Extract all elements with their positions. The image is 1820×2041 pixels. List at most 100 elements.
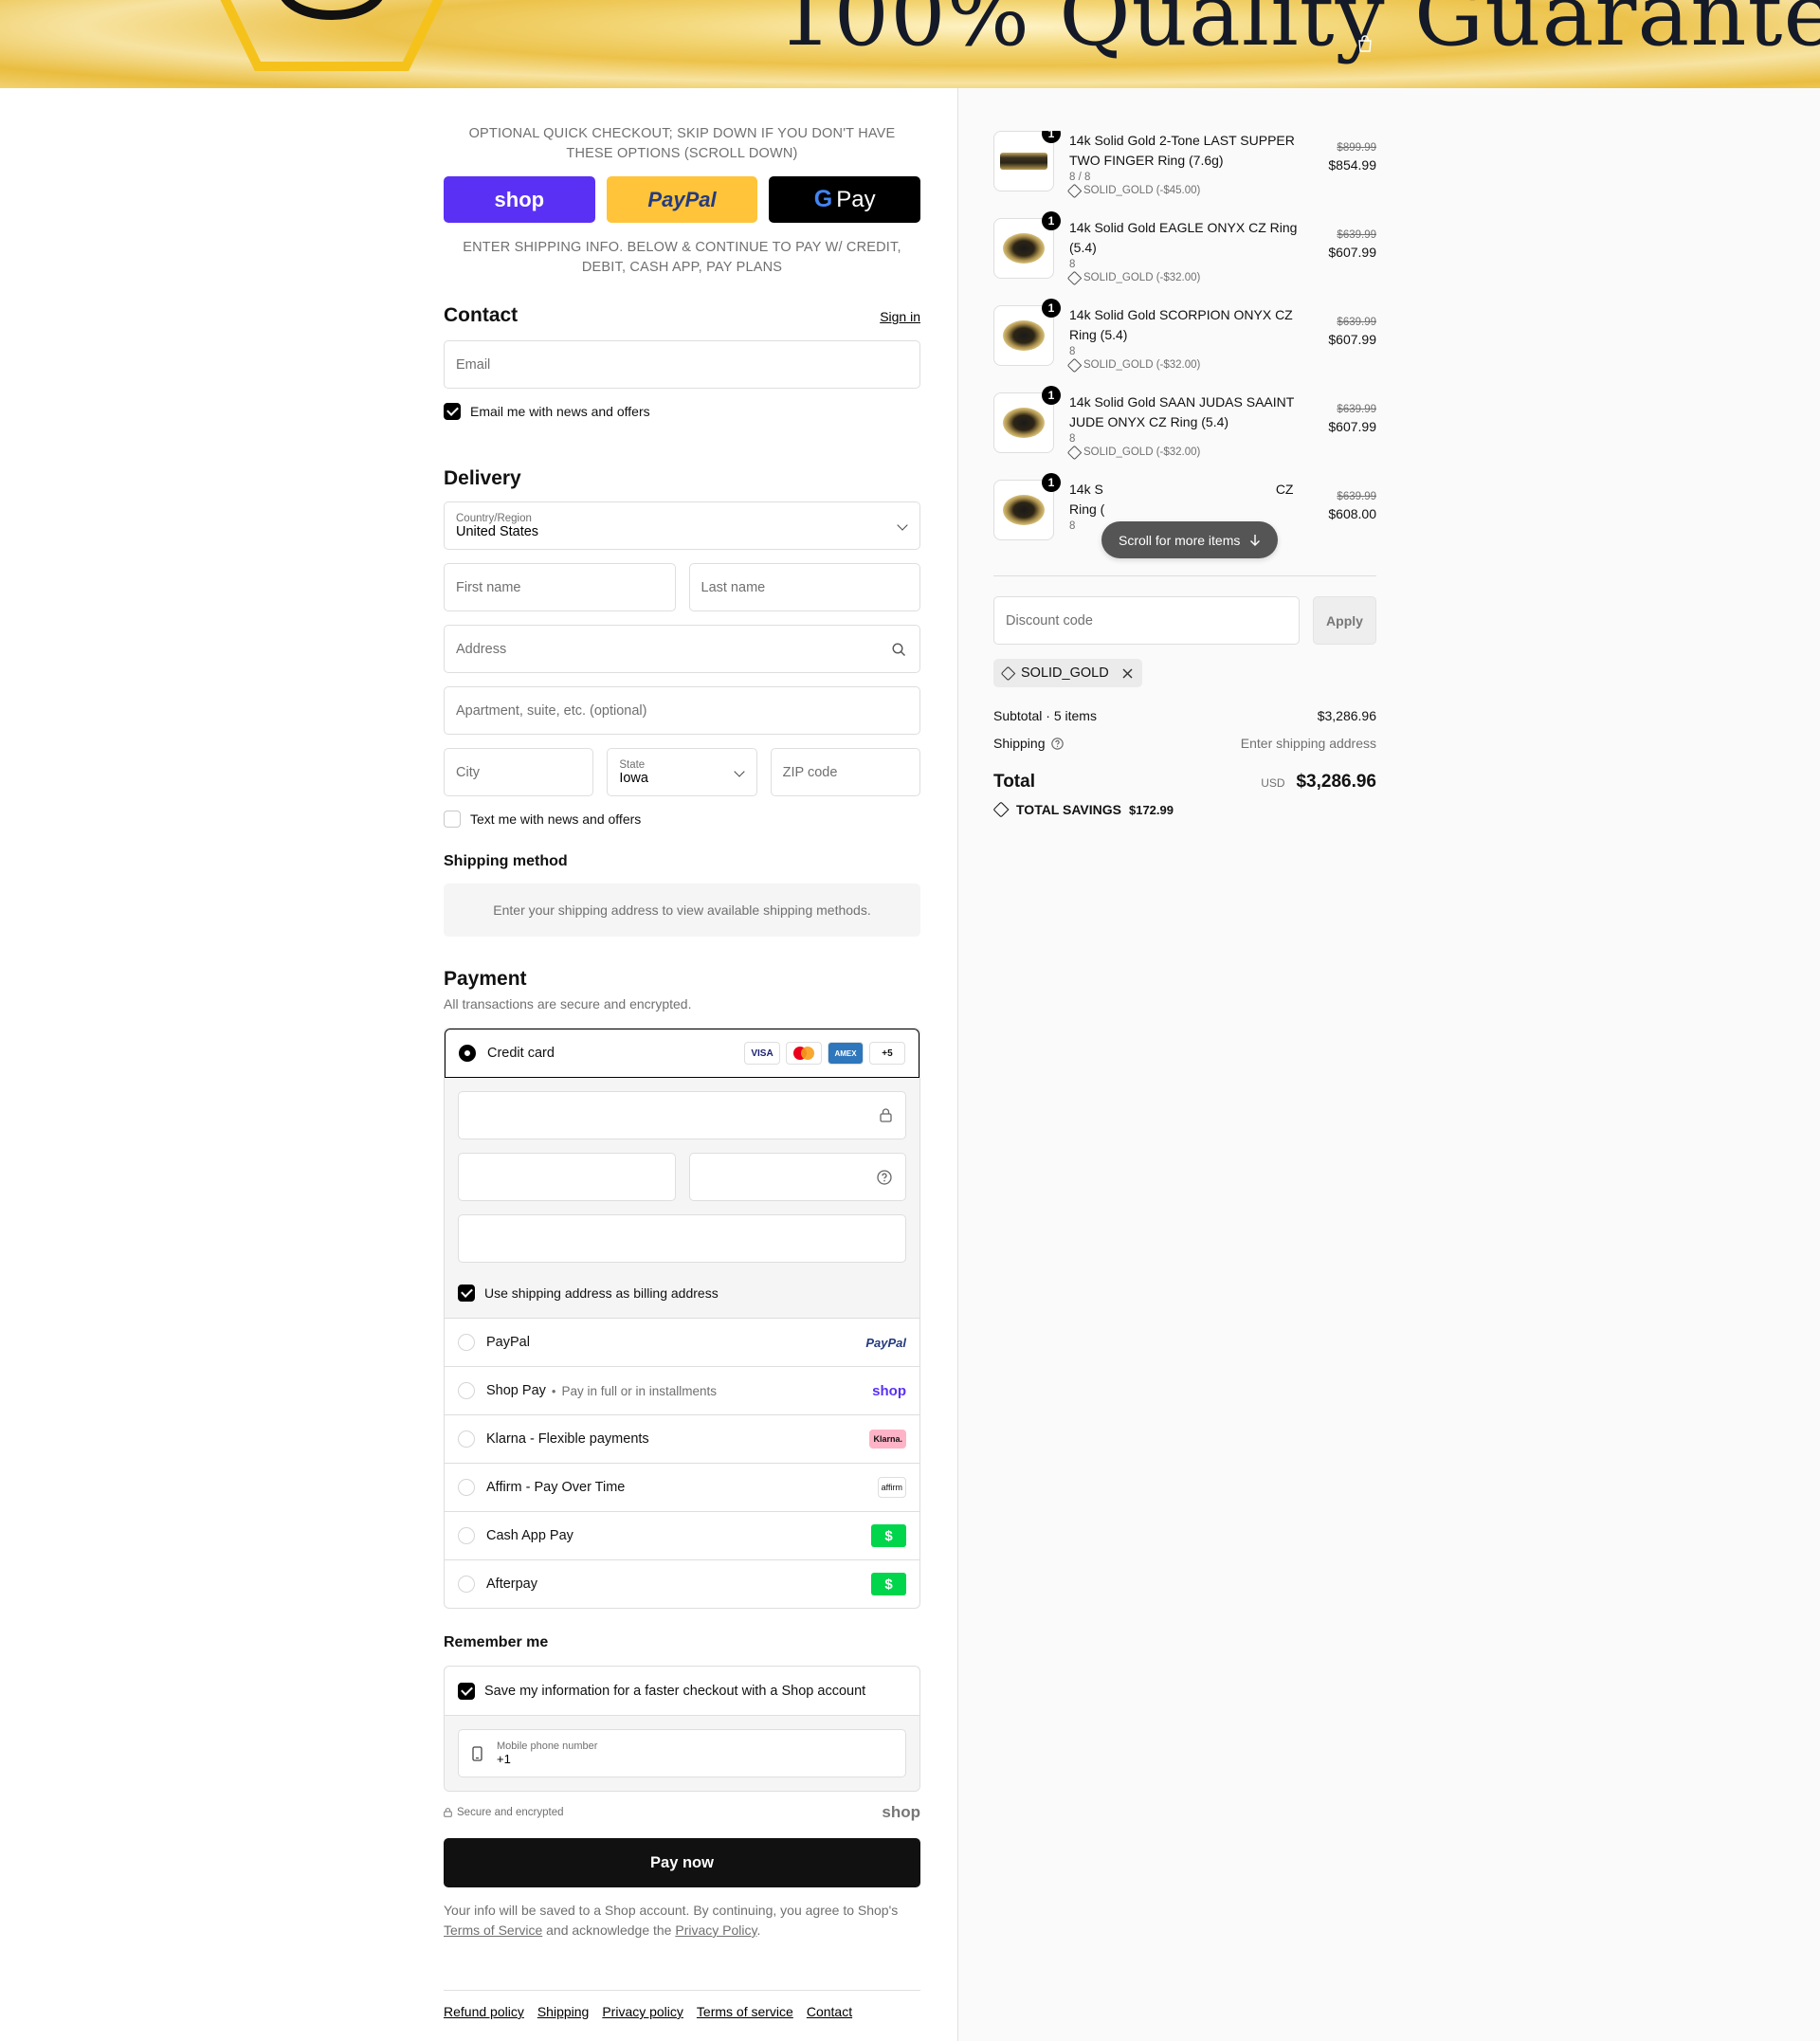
applied-discount-chip: SOLID_GOLD — [993, 659, 1142, 687]
klarna-option[interactable]: Klarna - Flexible payments Klarna. — [445, 1414, 919, 1463]
google-g-icon: G — [813, 186, 833, 212]
item-name: 14k Solid Gold SCORPION ONYX CZ Ring (5.… — [1069, 307, 1293, 342]
security-code-field[interactable] — [688, 1153, 906, 1201]
help-circle-icon[interactable] — [1050, 737, 1064, 750]
last-name-placeholder: Last name — [701, 579, 766, 595]
arrow-down-icon — [1250, 535, 1261, 546]
paypal-logo: PayPal — [647, 187, 717, 211]
billing-same-toggle[interactable]: Use shipping address as billing address — [458, 1276, 906, 1310]
shop-pay-radio[interactable] — [458, 1382, 475, 1399]
credit-card-label: Credit card — [487, 1046, 555, 1061]
name-on-card-field[interactable] — [458, 1214, 906, 1263]
shipping-info-notice: ENTER SHIPPING INFO. BELOW & CONTINUE TO… — [463, 240, 901, 275]
billing-same-checkbox[interactable] — [458, 1285, 475, 1302]
affirm-radio[interactable] — [458, 1479, 475, 1496]
card-number-field[interactable] — [458, 1091, 906, 1139]
shipping-link[interactable]: Shipping — [537, 2004, 590, 2019]
refund-policy-link[interactable]: Refund policy — [444, 2004, 524, 2019]
currency-code: USD — [1261, 776, 1285, 790]
sign-in-link[interactable]: Sign in — [880, 309, 920, 324]
country-select[interactable]: Country/Region United States — [444, 501, 920, 550]
terms-of-service-link[interactable]: Terms of Service — [444, 1923, 542, 1938]
item-name-end: CZ — [1275, 482, 1294, 497]
shop-pay-option[interactable]: Shop Pay • Pay in full or in installment… — [445, 1366, 919, 1414]
savings-tag-icon — [992, 801, 1010, 818]
city-field[interactable]: City — [444, 748, 594, 796]
cart-item: 1 14k Solid Gold EAGLE ONYX CZ Ring (5.4… — [993, 211, 1376, 305]
terms-of-service-footer-link[interactable]: Terms of service — [697, 2004, 793, 2019]
expiry-field[interactable] — [458, 1153, 676, 1201]
last-name-field[interactable]: Last name — [688, 563, 920, 611]
paypal-label: PayPal — [486, 1335, 530, 1350]
applied-discount-code: SOLID_GOLD — [1021, 665, 1109, 681]
more-cards-badge: +5 — [869, 1042, 905, 1065]
help-circle-icon[interactable] — [877, 1170, 892, 1185]
bag-icon[interactable] — [1356, 34, 1374, 53]
credit-card-radio[interactable] — [459, 1045, 476, 1062]
save-info-option[interactable]: Save my information for a faster checkou… — [445, 1667, 919, 1715]
cart-item: 1 14k Solid Gold 2-Tone LAST SUPPER TWO … — [993, 131, 1376, 218]
paypal-icon: PayPal — [865, 1335, 906, 1350]
item-name: 14k Solid Gold 2-Tone LAST SUPPER TWO FI… — [1069, 133, 1295, 168]
cash-app-radio[interactable] — [458, 1527, 475, 1544]
email-opt-in[interactable]: Email me with news and offers — [444, 403, 920, 420]
product-image: 1 — [993, 211, 1061, 279]
shop-pay-button[interactable]: shop — [444, 176, 595, 223]
phone-label: Mobile phone number — [497, 1740, 598, 1752]
afterpay-icon: $ — [871, 1573, 906, 1595]
paypal-radio[interactable] — [458, 1334, 475, 1351]
quick-checkout-notice: OPTIONAL QUICK CHECKOUT; SKIP DOWN IF YO… — [468, 126, 896, 161]
save-info-checkbox[interactable] — [458, 1682, 475, 1700]
quantity-badge: 1 — [1042, 131, 1061, 143]
cash-app-option[interactable]: Cash App Pay $ — [445, 1511, 919, 1559]
checkout-form: OPTIONAL QUICK CHECKOUT; SKIP DOWN IF YO… — [444, 88, 921, 2019]
afterpay-radio[interactable] — [458, 1576, 475, 1593]
close-icon[interactable] — [1122, 668, 1133, 679]
privacy-policy-link[interactable]: Privacy Policy — [675, 1923, 756, 1938]
tag-icon — [1066, 357, 1083, 373]
state-value: Iowa — [619, 770, 648, 786]
item-discount: SOLID_GOLD (-$32.00) — [1083, 272, 1201, 283]
zip-field[interactable]: ZIP code — [770, 748, 920, 796]
item-discount: SOLID_GOLD (-$32.00) — [1083, 359, 1201, 371]
scroll-more-button[interactable]: Scroll for more items — [1101, 521, 1279, 558]
privacy-policy-footer-link[interactable]: Privacy policy — [602, 2004, 683, 2019]
cart-items-list[interactable]: 1 14k Solid Gold 2-Tone LAST SUPPER TWO … — [993, 131, 1376, 576]
shop-icon: shop — [872, 1382, 906, 1399]
paypal-button[interactable]: PayPal — [606, 176, 758, 223]
email-opt-in-checkbox[interactable] — [444, 403, 461, 420]
affirm-option[interactable]: Affirm - Pay Over Time affirm — [445, 1463, 919, 1511]
klarna-icon: Klarna. — [869, 1430, 906, 1449]
phone-field[interactable]: Mobile phone number +1 — [458, 1729, 906, 1777]
item-price: $607.99 — [1328, 245, 1376, 260]
item-variant: 8 — [1069, 346, 1076, 357]
chevron-down-icon — [733, 765, 745, 777]
visa-icon: VISA — [744, 1042, 780, 1065]
first-name-field[interactable]: First name — [444, 563, 676, 611]
discount-code-field[interactable]: Discount code — [993, 596, 1300, 645]
cash-app-label: Cash App Pay — [486, 1528, 573, 1543]
apply-discount-button[interactable]: Apply — [1313, 596, 1376, 645]
sms-opt-in-checkbox[interactable] — [444, 811, 461, 828]
sms-opt-in[interactable]: Text me with news and offers — [444, 811, 920, 828]
credit-card-option[interactable]: Credit card VISA AMEX +5 — [445, 1029, 919, 1078]
cart-item: 1 14k Solid Gold SCORPION ONYX CZ Ring (… — [993, 299, 1376, 392]
afterpay-option[interactable]: Afterpay $ — [445, 1559, 919, 1608]
address-field[interactable]: Address — [444, 625, 920, 673]
scroll-more-label: Scroll for more items — [1119, 532, 1241, 548]
item-original-price: $639.99 — [1337, 491, 1376, 502]
google-pay-button[interactable]: G Pay — [769, 176, 921, 223]
email-field[interactable]: Email — [444, 340, 920, 389]
paypal-option[interactable]: PayPal PayPal — [445, 1318, 919, 1366]
state-select[interactable]: State Iowa — [607, 748, 757, 796]
apartment-field[interactable]: Apartment, suite, etc. (optional) — [444, 686, 920, 735]
savings-value: $172.99 — [1128, 802, 1174, 817]
total-savings: TOTAL SAVINGS $172.99 — [992, 801, 1376, 818]
contact-link[interactable]: Contact — [807, 2004, 852, 2019]
remember-me-heading: Remember me — [444, 1634, 549, 1650]
klarna-radio[interactable] — [458, 1431, 475, 1448]
product-image: 1 — [993, 473, 1061, 540]
quantity-badge: 1 — [1042, 211, 1061, 230]
pay-now-button[interactable]: Pay now — [444, 1838, 920, 1887]
zip-placeholder: ZIP code — [782, 764, 838, 780]
